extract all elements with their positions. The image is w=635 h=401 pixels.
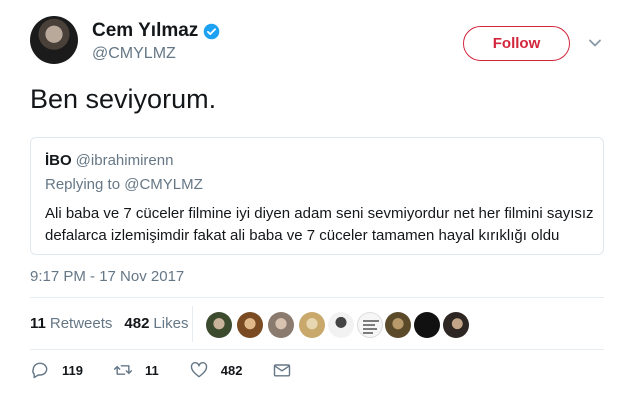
divider xyxy=(30,297,604,298)
liker-avatar[interactable] xyxy=(268,312,294,338)
author-handle[interactable]: @CMYLMZ xyxy=(92,45,176,63)
chevron-down-icon[interactable] xyxy=(588,36,602,50)
replying-to-label: Replying to @CMYLMZ xyxy=(45,176,203,193)
heart-icon xyxy=(190,362,207,378)
liker-avatar[interactable] xyxy=(237,312,263,338)
retweet-button[interactable]: 11 xyxy=(113,360,159,380)
tweet-stats: 11 Retweets 482 Likes xyxy=(30,315,200,332)
verified-badge-icon xyxy=(204,23,220,39)
stats-separator xyxy=(192,306,193,342)
quoted-author: İBO @ibrahimirenn xyxy=(45,152,173,169)
follow-button[interactable]: Follow xyxy=(463,26,570,61)
author-avatar[interactable] xyxy=(30,16,78,64)
tweet-actions: 119 11 482 xyxy=(30,360,334,380)
author-display-name[interactable]: Cem Yılmaz xyxy=(92,20,198,42)
retweets-stat[interactable]: 11 Retweets xyxy=(30,315,112,332)
liker-avatar[interactable] xyxy=(385,312,411,338)
liker-avatar[interactable] xyxy=(299,312,325,338)
liker-avatar[interactable] xyxy=(414,312,440,338)
envelope-icon xyxy=(274,364,291,377)
liker-avatar[interactable] xyxy=(443,312,469,338)
quoted-tweet[interactable]: İBO @ibrahimirenn Replying to @CMYLMZ Ali… xyxy=(30,137,604,255)
liker-avatar[interactable] xyxy=(357,312,383,338)
reply-icon xyxy=(32,362,48,379)
direct-message-button[interactable] xyxy=(272,360,304,380)
retweet-icon xyxy=(113,365,133,375)
liker-avatar[interactable] xyxy=(328,312,354,338)
reply-button[interactable]: 119 xyxy=(30,360,83,380)
author-name-row: Cem Yılmaz xyxy=(92,20,220,42)
tweet-timestamp[interactable]: 9:17 PM - 17 Nov 2017 xyxy=(30,268,184,285)
tweet-text: Ben seviyorum. xyxy=(30,84,217,114)
divider xyxy=(30,349,604,350)
quoted-author-name: İBO xyxy=(45,152,72,169)
likes-stat[interactable]: 482 Likes xyxy=(124,315,188,332)
like-button[interactable]: 482 xyxy=(189,360,242,380)
quoted-author-handle: @ibrahimirenn xyxy=(75,152,174,169)
liker-avatar[interactable] xyxy=(206,312,232,338)
liker-doodle-icon xyxy=(363,320,379,334)
quoted-tweet-text: Ali baba ve 7 cüceler filmine iyi diyen … xyxy=(45,205,594,244)
